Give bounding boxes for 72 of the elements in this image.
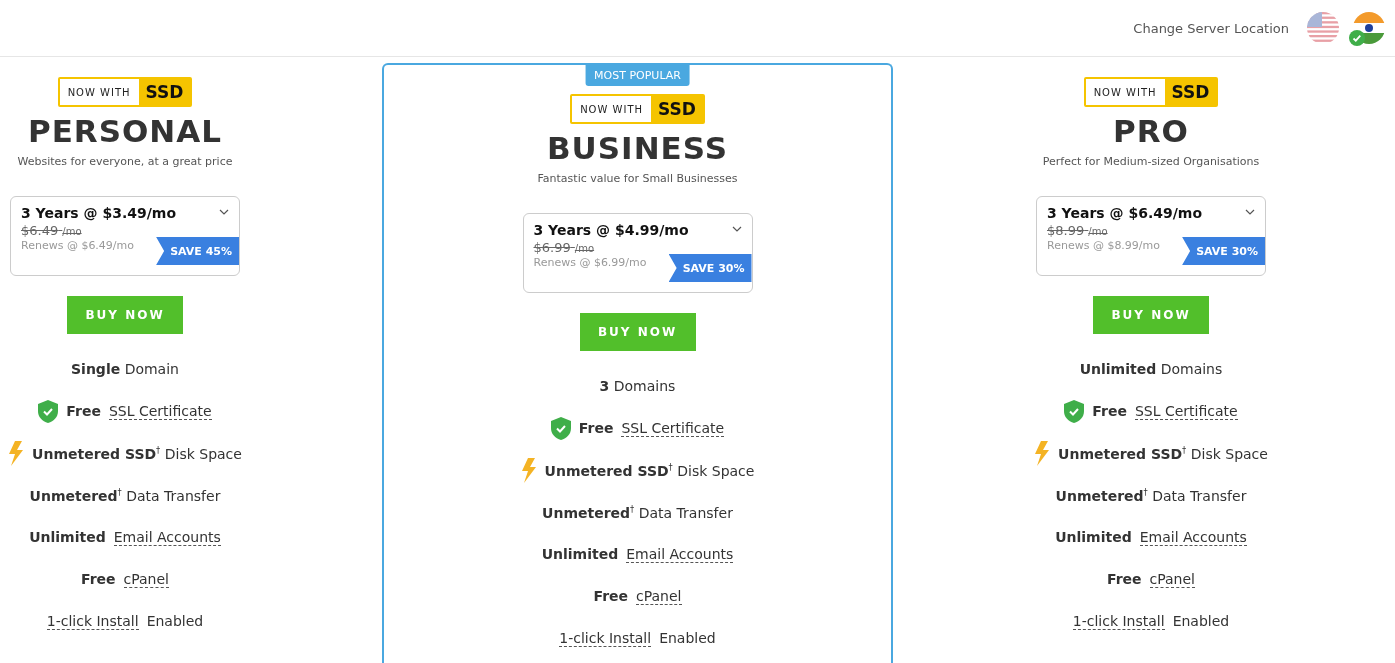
plan-tagline: Websites for everyone, at a great price (17, 155, 233, 168)
feature-text: Enabled (659, 630, 716, 646)
feature-term-link[interactable]: cPanel (123, 570, 169, 588)
term-select[interactable]: 3 Years @ $3.49/mo $6.49 /mo Renews @ $6.49/mo SAVE 45% (10, 196, 240, 276)
feature-text: 3 Domains (599, 378, 676, 394)
save-tag: SAVE 45% (156, 237, 239, 265)
feature-term-link[interactable]: SSL Certificate (1134, 402, 1238, 420)
feature-term-link[interactable]: cPanel (636, 587, 682, 605)
renewal-price: Renews @ $6.49/mo (21, 239, 135, 252)
plan-title: BUSINESS (546, 130, 728, 166)
ssd-badge-strong: SSD (1164, 79, 1217, 105)
feature-text: Free (66, 403, 101, 419)
plan-title: PRO (1113, 113, 1189, 149)
most-popular-label: MOST POPULAR (585, 65, 690, 86)
feature-text: Free (593, 588, 629, 604)
term-price: 3 Years @ $4.99/mo (533, 222, 689, 238)
chevron-down-icon (219, 209, 229, 215)
old-price: $6.49 /mo (21, 223, 83, 238)
lightning-icon (1034, 440, 1051, 466)
lightning-icon (8, 440, 25, 466)
feature-term-link[interactable]: 1-click Install (1072, 612, 1165, 630)
feature-term-link[interactable]: Email Accounts (626, 545, 734, 563)
feature-text: Free (578, 420, 614, 436)
feature-term-link[interactable]: Email Accounts (1139, 528, 1247, 546)
renewal-price: Renews @ $6.99/mo (533, 256, 647, 269)
lightning-icon (520, 457, 537, 483)
renewal-price: Renews @ $8.99/mo (1047, 239, 1161, 252)
term-price: 3 Years @ $3.49/mo (21, 205, 176, 221)
plan-title: PERSONAL (27, 113, 223, 149)
server-location-label: Change Server Location (1133, 20, 1289, 36)
feature-text: Unlimited (1055, 529, 1132, 545)
term-select[interactable]: 3 Years @ $6.49/mo $8.99 /mo Renews @ $8.99/mo SAVE 30% (1036, 196, 1266, 276)
feature-text: Single Domain (71, 361, 179, 377)
check-icon (1349, 30, 1365, 46)
feature-term-link[interactable]: cPanel (1149, 570, 1195, 588)
shield-check-icon (38, 399, 59, 423)
feature-text: Unlimited (29, 529, 106, 545)
feature-text: Enabled (146, 613, 204, 629)
ssd-badge-strong: SSD (651, 96, 703, 122)
feature-text: Unmetered$^{†}$ Data Transfer (1055, 486, 1247, 504)
feature-text: Unmetered SSD$^{†}$ Disk Space (1058, 444, 1268, 462)
feature-text: Free (1092, 403, 1127, 419)
feature-text: Free (1106, 571, 1142, 587)
save-tag: SAVE 30% (668, 254, 752, 282)
plan-tagline: Perfect for Medium-sized Organisations (1042, 155, 1260, 168)
plan-tagline: Fantastic value for Small Businesses (537, 172, 738, 185)
save-tag: SAVE 30% (1182, 237, 1265, 265)
feature-term-link[interactable]: SSL Certificate (108, 402, 212, 420)
feature-text: Unmetered SSD$^{†}$ Disk Space (32, 444, 242, 462)
feature-text: Unmetered SSD$^{†}$ Disk Space (544, 461, 755, 479)
feature-text: Unlimited Domains (1079, 361, 1223, 377)
feature-term-link[interactable]: 1-click Install (46, 612, 139, 630)
shield-check-icon (550, 416, 571, 440)
ssd-badge-strong: SSD (138, 79, 191, 105)
feature-text: Unmetered$^{†}$ Data Transfer (29, 486, 221, 504)
chevron-down-icon (1245, 209, 1255, 215)
ssd-badge-lead: NOW WITH (66, 85, 132, 100)
feature-text: Unmetered$^{†}$ Data Transfer (542, 503, 733, 521)
feature-term-link[interactable]: Email Accounts (113, 528, 221, 546)
chevron-down-icon (731, 226, 742, 232)
feature-text: Unlimited (541, 546, 619, 562)
feature-term-link[interactable]: 1-click Install (559, 629, 652, 647)
old-price: $8.99 /mo (1047, 223, 1109, 238)
ssd-badge-lead: NOW WITH (579, 102, 644, 117)
feature-term-link[interactable]: SSL Certificate (621, 419, 725, 437)
ssd-badge-lead: NOW WITH (1092, 85, 1158, 100)
feature-text: Enabled (1172, 613, 1230, 629)
old-price: $6.99 /mo (533, 240, 596, 255)
feature-text: Free (80, 571, 116, 587)
term-select[interactable]: 3 Years @ $4.99/mo $6.99 /mo Renews @ $6.99/mo SAVE 30% (522, 213, 753, 293)
shield-check-icon (1064, 399, 1085, 423)
term-price: 3 Years @ $6.49/mo (1047, 205, 1202, 221)
